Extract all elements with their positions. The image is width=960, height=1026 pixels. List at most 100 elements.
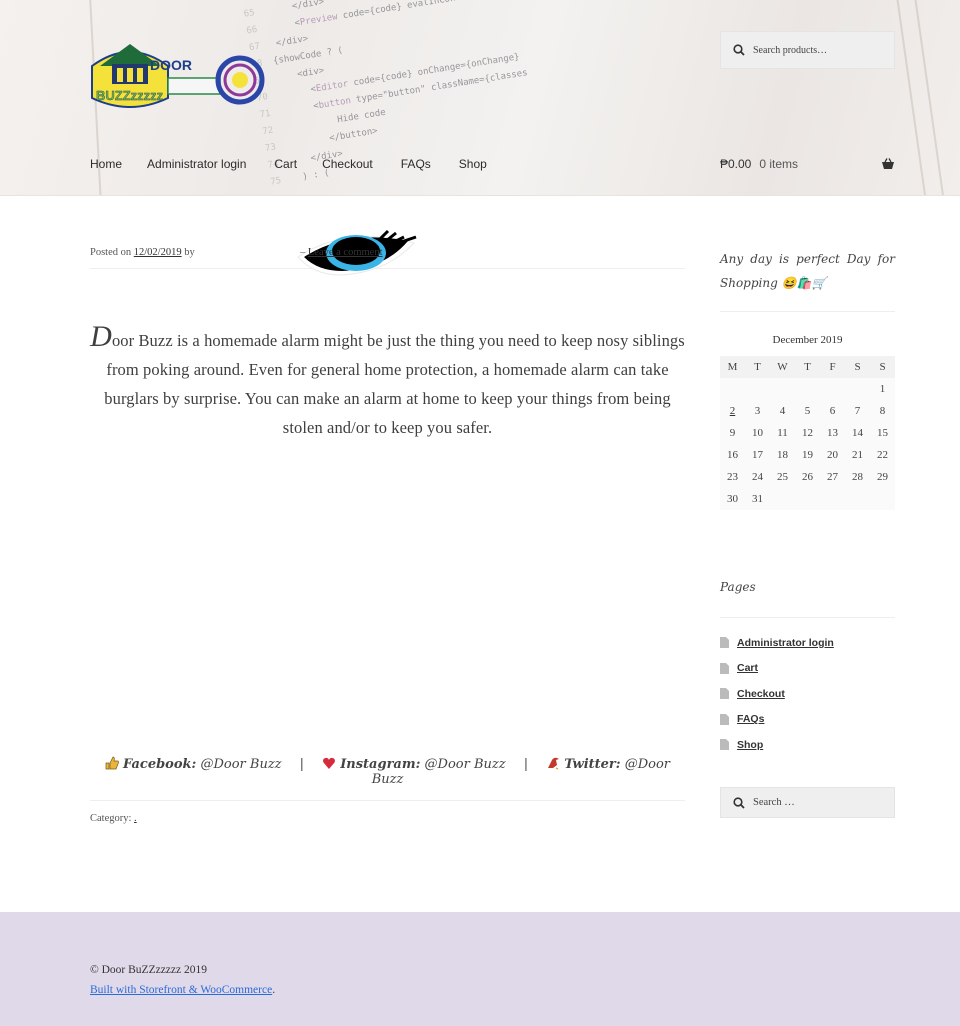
social-separator: | [299, 757, 305, 772]
page-link-faqs[interactable]: FAQs [737, 713, 764, 725]
heart-icon [323, 757, 336, 769]
social-links: Facebook: @Door Buzz | Instagram: @Door … [90, 756, 685, 787]
page-link-checkout[interactable]: Checkout [737, 688, 785, 700]
calendar-day: 16 [720, 444, 745, 466]
calendar-day: 23 [720, 466, 745, 488]
calendar-weekday: S [870, 356, 895, 378]
list-item: Administrator login [720, 630, 895, 656]
post-divider [90, 800, 685, 801]
post-content: Door Buzz is a homemade alarm might be j… [90, 322, 685, 442]
calendar-weekday: W [770, 356, 795, 378]
calendar-week: 23 24 25 26 27 28 29 [720, 466, 895, 488]
bird-icon [548, 757, 560, 770]
document-icon [720, 637, 729, 649]
dropcap-letter: D [90, 320, 112, 353]
calendar-week: 2345678 [720, 400, 895, 422]
sidebar-search-input[interactable] [753, 797, 883, 808]
calendar-day-link[interactable]: 2 [730, 405, 736, 417]
calendar-day[interactable]: 2 [720, 400, 745, 422]
calendar-day [820, 378, 845, 400]
calendar-weekday: T [795, 356, 820, 378]
calendar-day: 21 [845, 444, 870, 466]
calendar-day: 25 [770, 466, 795, 488]
calendar-day [845, 488, 870, 510]
leave-comment-link[interactable]: Leave a comment [308, 247, 383, 258]
calendar-day: 27 [820, 466, 845, 488]
nav-item-administrator-login[interactable]: Administrator login [147, 157, 246, 171]
page-link-administrator-login[interactable]: Administrator login [737, 637, 834, 649]
calendar-day [795, 488, 820, 510]
meta-separator: – Leave a comment [300, 247, 383, 258]
calendar-day: 11 [770, 422, 795, 444]
sidebar-tagline: Any day is perfect Day for Shopping 😆🛍️🛒 [720, 252, 895, 290]
calendar-day: 26 [795, 466, 820, 488]
cart-total: ₱0.00 [720, 157, 752, 171]
calendar-day: 6 [820, 400, 845, 422]
calendar-day: 8 [870, 400, 895, 422]
nav-item-home[interactable]: Home [90, 157, 122, 171]
shopping-basket-icon [882, 158, 894, 169]
footer-credit: Built with Storefront & WooCommerce. [90, 984, 276, 996]
list-item: Cart [720, 656, 895, 682]
calendar-day: 17 [745, 444, 770, 466]
thumbs-up-icon [105, 756, 119, 770]
calendar-day [770, 488, 795, 510]
calendar-widget: December 2019 MTWTFSS 1 2 3 4 5 6 7 8 9 10 11 12 13 1… [720, 334, 895, 510]
calendar-week: 9 10 11 12 13 14 15 [720, 422, 895, 444]
calendar-day: 24 [745, 466, 770, 488]
calendar-day: 29 [870, 466, 895, 488]
nav-item-shop[interactable]: Shop [459, 157, 487, 171]
calendar-day: 20 [820, 444, 845, 466]
post-category: Category: . [90, 813, 137, 824]
storefront-credit-link[interactable]: Built with Storefront & WooCommerce [90, 984, 272, 996]
list-item: Checkout [720, 681, 895, 707]
primary-navigation: Home Administrator login Cart Checkout F… [90, 157, 487, 171]
cart-item-count: 0 items [759, 157, 799, 171]
sidebar-search-box[interactable] [720, 787, 895, 818]
document-icon [720, 739, 729, 751]
calendar-week: 30 31 [720, 488, 895, 510]
calendar-day [845, 378, 870, 400]
by-label: by [184, 247, 195, 258]
header-cart[interactable]: ₱0.00 0 items [720, 157, 895, 171]
post-meta: Posted on 12/02/2019 by – Leave a commen… [90, 229, 685, 276]
nav-item-faqs[interactable]: FAQs [401, 157, 431, 171]
calendar-day: 1 [870, 378, 895, 400]
category-link[interactable]: . [134, 813, 137, 824]
svg-text:BUZZzzzzz: BUZZzzzzz [96, 88, 164, 103]
calendar-day: 13 [820, 422, 845, 444]
calendar-weekday: M [720, 356, 745, 378]
product-search-input[interactable] [753, 44, 883, 56]
calendar-day [770, 378, 795, 400]
post-date-link[interactable]: 12/02/2019 [134, 247, 182, 258]
calendar-week: 1 [720, 378, 895, 400]
calendar-day [820, 488, 845, 510]
calendar-day [870, 488, 895, 510]
social-facebook[interactable]: Facebook: @Door Buzz [105, 756, 286, 772]
search-icon [733, 796, 745, 809]
calendar-weekday: F [820, 356, 845, 378]
search-icon [733, 44, 745, 56]
post-paragraph: oor Buzz is a homemade alarm might be ju… [104, 331, 685, 437]
calendar-weekday: T [745, 356, 770, 378]
page-link-shop[interactable]: Shop [737, 739, 763, 751]
page-link-cart[interactable]: Cart [737, 662, 758, 674]
site-header: 64 }} 65 </div> 66 <Preview code={code} … [0, 0, 960, 196]
document-icon [720, 662, 729, 674]
calendar-day: 28 [845, 466, 870, 488]
list-item: FAQs [720, 707, 895, 733]
document-icon [720, 688, 729, 700]
calendar-day: 10 [745, 422, 770, 444]
site-logo[interactable]: DOOR BUZZzzzzz [90, 36, 268, 116]
calendar-day [720, 378, 745, 400]
social-instagram[interactable]: Instagram: @Door Buzz [318, 757, 510, 772]
calendar-day: 19 [795, 444, 820, 466]
nav-item-cart[interactable]: Cart [274, 157, 297, 171]
pages-list: Administrator login Cart Checkout FAQs S… [720, 630, 895, 758]
product-search-box[interactable] [720, 31, 895, 69]
document-icon [720, 713, 729, 725]
calendar-caption: December 2019 [772, 334, 843, 346]
calendar-day [795, 378, 820, 400]
nav-item-checkout[interactable]: Checkout [322, 157, 373, 171]
background-decoration [893, 0, 933, 195]
